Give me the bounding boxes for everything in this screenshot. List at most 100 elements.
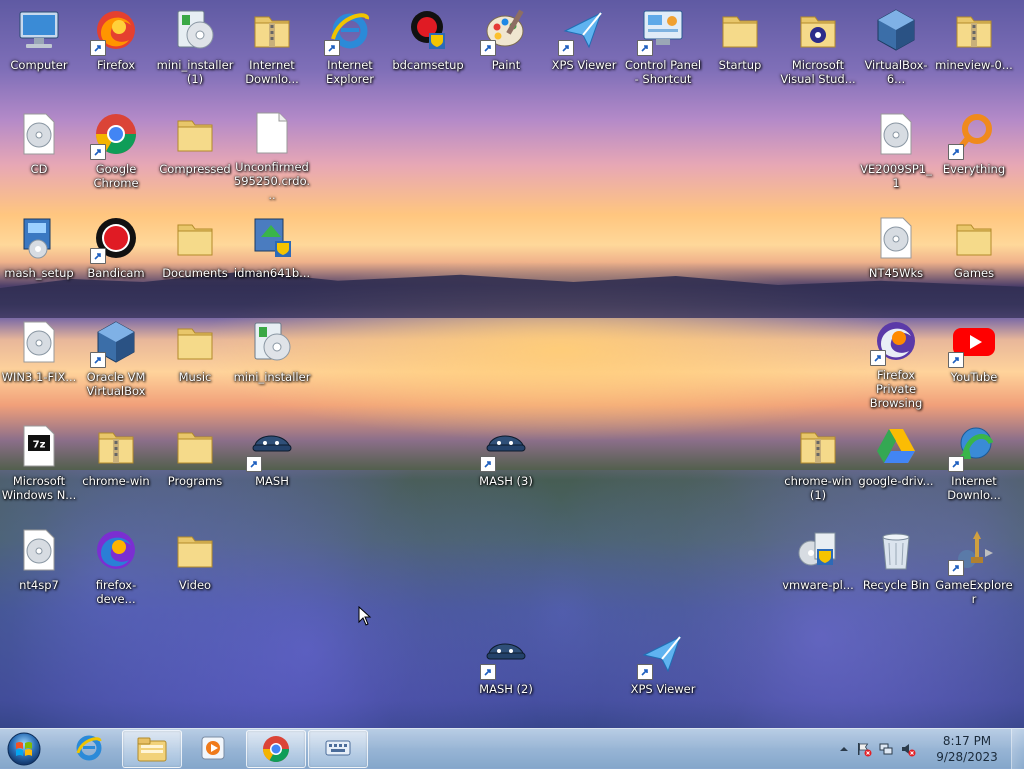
desktop-icon-label: chrome-win [82,474,150,488]
taskbar-clock[interactable]: 8:17 PM 9/28/2023 [932,733,1002,765]
folder-zip-icon [950,6,998,54]
desktop-icon-google-driv[interactable]: google-driv... [857,418,935,514]
shortcut-arrow-icon [90,352,106,368]
desktop-icon-programs[interactable]: Programs [156,418,234,514]
taskbar-google-chrome[interactable] [246,730,306,768]
desktop-icon-everything[interactable]: Everything [935,106,1013,202]
bandicam-icon [90,214,140,264]
desktop-icon-label: VirtualBox-6... [864,58,928,86]
desktop-icon-chrome-win[interactable]: chrome-win [77,418,155,514]
desktop-icon-label: Everything [942,162,1006,176]
desktop-icon-label: Internet Downlo... [245,58,299,86]
desktop-icon-microsoft-visual-stud[interactable]: Microsoft Visual Stud... [779,2,857,98]
desktop-icon-nt45wks[interactable]: NT45Wks [857,210,935,306]
everything-icon [948,110,998,160]
folder-icon [950,214,998,262]
start-button[interactable] [4,730,44,768]
folder-icon [171,318,219,366]
bandicam-setup-icon [404,6,452,54]
shortcut-arrow-icon [90,248,106,264]
taskbar-windows-explorer[interactable] [122,730,182,768]
desktop-icon-label: Bandicam [87,266,145,280]
desktop-icon-internet-downlo[interactable]: Internet Downlo... [935,418,1013,514]
desktop-icon-label: Documents [162,266,228,280]
desktop-icon-internet-downlo[interactable]: Internet Downlo... [233,2,311,98]
folder-icon [171,422,219,470]
shortcut-arrow-icon [90,144,106,160]
desktop-icon-firefox[interactable]: Firefox [77,2,155,98]
show-desktop-button[interactable] [1011,729,1024,769]
desktop-icon-gameexplorer[interactable]: GameExplorer [935,522,1013,618]
tray-network[interactable] [878,741,894,757]
blank-file-icon [248,110,296,156]
desktop-icon-paint[interactable]: Paint [467,2,545,98]
shortcut-arrow-icon [637,664,653,680]
desktop-icon-label: YouTube [950,370,998,384]
desktop-icon-label: mini_installer [233,370,311,384]
desktop-icon-mash[interactable]: MASH [233,418,311,514]
shortcut-arrow-icon [948,352,964,368]
desktop-icon-xps-viewer[interactable]: XPS Viewer [624,626,702,722]
desktop-icon-computer[interactable]: Computer [0,2,78,98]
desktop-icon-documents[interactable]: Documents [156,210,234,306]
desktop-icon-video[interactable]: Video [156,522,234,618]
paint-icon [480,6,530,56]
disc-icon [15,318,63,366]
windows-start-icon [7,732,41,766]
desktop-icon-chrome-win-1[interactable]: chrome-win (1) [779,418,857,514]
desktop-icon-label: mineview-0... [935,58,1013,72]
desktop-icon-oracle-vm-virtualbox[interactable]: Oracle VM VirtualBox [77,314,155,410]
shortcut-arrow-icon [870,350,886,366]
desktop-icon-vmware-pl[interactable]: vmware-pl... [779,522,857,618]
desktop-icon-unconfirmed-595250-crdo[interactable]: Unconfirmed 595250.crdo... [233,106,311,202]
desktop-icon-win3-1-fix[interactable]: WIN3.1-FIX... [0,314,78,410]
shortcut-arrow-icon [246,456,262,472]
desktop-icon-ve2009sp1-1[interactable]: VE2009SP1_1 [857,106,935,202]
desktop-icon-xps-viewer[interactable]: XPS Viewer [545,2,623,98]
desktop-icon-firefox-deve[interactable]: firefox-deve... [77,522,155,618]
desktop-icon-mash-setup[interactable]: mash_setup [0,210,78,306]
desktop-icon-youtube[interactable]: YouTube [935,314,1013,410]
desktop-icon-music[interactable]: Music [156,314,234,410]
desktop-icon-startup[interactable]: Startup [701,2,779,98]
taskbar-internet-explorer[interactable] [60,730,118,766]
desktop-icon-label: Google Chrome [93,162,139,190]
desktop-icon-microsoft-windows-n[interactable]: 7z Microsoft Windows N... [0,418,78,514]
show-hidden-icons-button[interactable] [836,741,852,757]
desktop-icon-bdcamsetup[interactable]: bdcamsetup [389,2,467,98]
tray-action-center[interactable] [856,741,872,757]
desktop-icon-firefox-private-browsing[interactable]: Firefox Private Browsing [857,314,935,410]
virtualbox-icon [872,6,920,54]
disc-icon [872,110,920,158]
desktop-icon-google-chrome[interactable]: Google Chrome [77,106,155,202]
desktop-icon-internet-explorer[interactable]: Internet Explorer [311,2,389,98]
desktop-icon-mini-installer[interactable]: mini_installer [233,314,311,410]
folder-icon [171,110,219,158]
desktop-icon-compressed[interactable]: Compressed [156,106,234,202]
desktop-icon-cd[interactable]: CD [0,106,78,202]
desktop-icon-games[interactable]: Games [935,210,1013,306]
taskbar-media-player[interactable] [184,730,242,766]
svg-text:7z: 7z [33,440,46,451]
shortcut-arrow-icon [480,664,496,680]
desktop-icon-label: Recycle Bin [862,578,930,592]
shortcut-arrow-icon [90,40,106,56]
desktop-icon-nt4sp7[interactable]: nt4sp7 [0,522,78,618]
explorer-folder-icon [137,737,167,762]
desktop-icon-control-panel-shortcut[interactable]: Control Panel - Shortcut [624,2,702,98]
desktop-icon-mash-3[interactable]: MASH (3) [467,418,545,514]
desktop-icon-mineview-0[interactable]: mineview-0... [935,2,1013,98]
desktop-icon-mash-2[interactable]: MASH (2) [467,626,545,722]
desktop-icon-recycle-bin[interactable]: Recycle Bin [857,522,935,618]
desktop-icon-label: vmware-pl... [782,578,854,592]
desktop-icon-label: mini_installer (1) [156,58,234,86]
desktop-icon-idman641b[interactable]: idman641b... [233,210,311,306]
desktop-icon-virtualbox-6[interactable]: VirtualBox-6... [857,2,935,98]
desktop-icon-mini-installer-1[interactable]: mini_installer (1) [156,2,234,98]
idm-setup-icon [248,214,296,262]
desktop-icon-bandicam[interactable]: Bandicam [77,210,155,306]
chrome-icon [90,110,140,160]
taskbar-on-screen-keyboard[interactable] [308,730,368,768]
tray-volume[interactable] [900,741,916,757]
desktop-icon-label: Oracle VM VirtualBox [86,370,146,398]
